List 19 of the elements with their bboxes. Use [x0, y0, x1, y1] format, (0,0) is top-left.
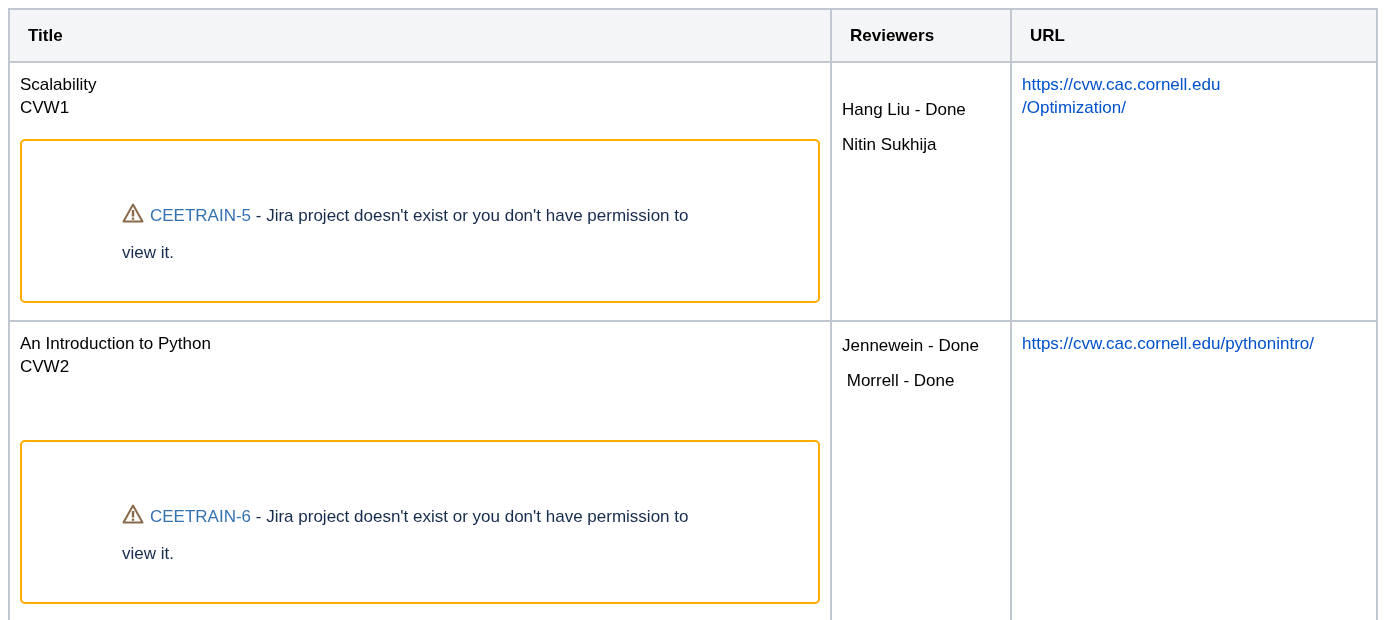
issue-link[interactable]: CEETRAIN-6	[150, 507, 252, 526]
reviewer-name: Jennewein - Done	[842, 335, 981, 357]
course-title: Scalability	[20, 74, 98, 96]
url-link[interactable]: https://cvw.cac.cornell.edu /Optimization/	[1022, 73, 1221, 119]
reviewer-name: Nitin Sukhija	[842, 134, 938, 156]
course-code: CVW2	[20, 356, 71, 378]
url-link[interactable]: https://cvw.cac.cornell.edu/pythonintro/	[1022, 332, 1314, 355]
reviewer-name: Morrell - Done	[845, 370, 956, 392]
jira-error-message: CEETRAIN-6 - Jira project doesn't exist or you don't have permission to view it.	[122, 498, 692, 572]
column-header: URL	[1011, 9, 1377, 62]
warning-icon	[122, 504, 144, 524]
issue-link[interactable]: CEETRAIN-5	[150, 206, 252, 225]
column-header: Title	[9, 9, 831, 62]
column-header: Reviewers	[831, 9, 1011, 62]
warning-icon	[122, 203, 144, 223]
reviewer-name: Hang Liu - Done	[842, 99, 967, 121]
jira-error-message: CEETRAIN-5 - Jira project doesn't exist or you don't have permission to view it.	[122, 197, 692, 271]
course-title: An Introduction to Python	[20, 333, 212, 355]
course-code: CVW1	[20, 97, 71, 119]
